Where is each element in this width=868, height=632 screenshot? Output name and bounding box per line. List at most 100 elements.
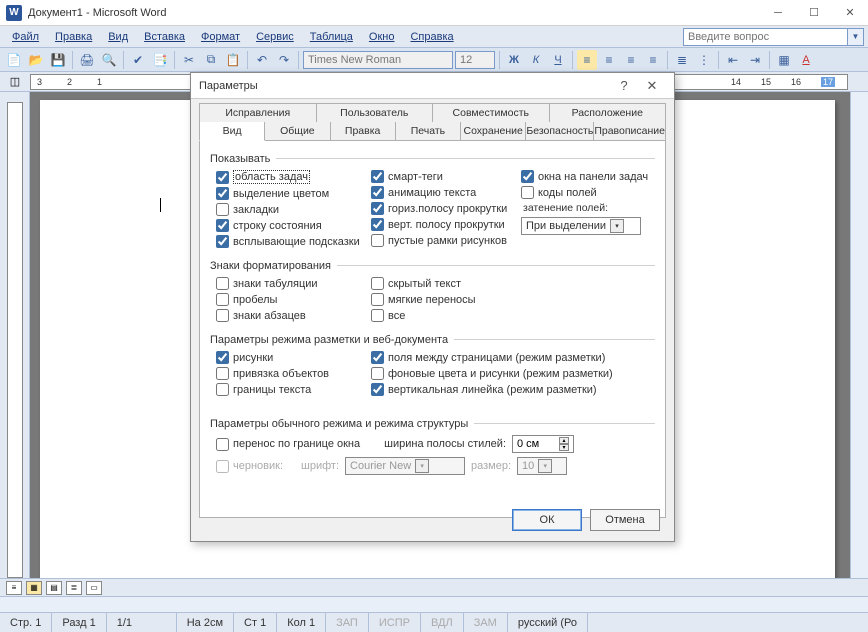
chk-highlight[interactable]: выделение цветом xyxy=(216,187,359,200)
chk-paragraphs[interactable]: знаки абзацев xyxy=(216,309,359,322)
status-pages[interactable]: 1/1 xyxy=(107,613,177,632)
cancel-button[interactable]: Отмена xyxy=(590,509,660,531)
maximize-button[interactable]: ☐ xyxy=(796,0,832,26)
tab-edit[interactable]: Правка xyxy=(331,122,396,140)
undo-button[interactable]: ↶ xyxy=(252,50,272,70)
font-combo[interactable]: Times New Roman xyxy=(303,51,453,69)
menu-edit[interactable]: Правка xyxy=(47,29,100,45)
ruler-corner-icon[interactable]: ◫ xyxy=(0,72,30,92)
chk-draft[interactable]: черновик: xyxy=(216,460,283,473)
cut-button[interactable]: ✂ xyxy=(179,50,199,70)
help-icon[interactable]: ? xyxy=(610,75,638,97)
chk-tooltips[interactable]: всплывающие подсказки xyxy=(216,235,359,248)
menu-window[interactable]: Окно xyxy=(361,29,403,45)
chk-taskpane[interactable]: область задач xyxy=(216,170,359,184)
tab-compat[interactable]: Совместимость xyxy=(433,103,550,122)
chk-hyphens[interactable]: мягкие переносы xyxy=(371,293,476,306)
chk-smarttags[interactable]: смарт-теги xyxy=(371,170,509,183)
new-doc-button[interactable]: 📄 xyxy=(4,50,24,70)
bulleted-list-button[interactable]: ⋮ xyxy=(694,50,714,70)
tab-view[interactable]: Вид xyxy=(199,122,265,141)
font-size-combo[interactable]: 12 xyxy=(455,51,495,69)
open-button[interactable]: 📂 xyxy=(26,50,46,70)
bold-button[interactable]: Ж xyxy=(504,50,524,70)
tab-location[interactable]: Расположение xyxy=(550,103,667,122)
chk-all[interactable]: все xyxy=(371,309,476,322)
draft-font-combo[interactable]: Courier New▾ xyxy=(345,457,465,475)
menu-file[interactable]: Файл xyxy=(4,29,47,45)
status-ext[interactable]: ВДЛ xyxy=(421,613,464,632)
shade-fields-combo[interactable]: При выделении▾ xyxy=(521,217,641,235)
chk-statusbar[interactable]: строку состояния xyxy=(216,219,359,232)
borders-button[interactable]: ▦ xyxy=(774,50,794,70)
help-question-dropdown[interactable]: ▼ xyxy=(848,28,864,46)
chk-bgcolors[interactable]: фоновые цвета и рисунки (режим разметки) xyxy=(371,367,613,380)
tab-user[interactable]: Пользователь xyxy=(317,103,434,122)
chk-textbounds[interactable]: границы текста xyxy=(216,383,359,396)
tab-general[interactable]: Общие xyxy=(265,122,330,140)
print-layout-view-button[interactable]: ▤ xyxy=(46,581,62,595)
status-page[interactable]: Стр. 1 xyxy=(0,613,52,632)
menu-insert[interactable]: Вставка xyxy=(136,29,193,45)
align-right-button[interactable]: ≡ xyxy=(621,50,641,70)
preview-button[interactable]: 🔍 xyxy=(99,50,119,70)
numbered-list-button[interactable]: ≣ xyxy=(672,50,692,70)
tab-save[interactable]: Сохранение xyxy=(461,122,526,140)
chk-vruler[interactable]: вертикальная линейка (режим разметки) xyxy=(371,383,613,396)
help-question-input[interactable] xyxy=(683,28,848,46)
tab-print[interactable]: Печать xyxy=(396,122,461,140)
chk-tabs[interactable]: знаки табуляции xyxy=(216,277,359,290)
menu-table[interactable]: Таблица xyxy=(302,29,361,45)
status-lang[interactable]: русский (Ро xyxy=(508,613,588,632)
align-justify-button[interactable]: ≡ xyxy=(643,50,663,70)
chk-fieldcodes[interactable]: коды полей xyxy=(521,186,648,199)
redo-button[interactable]: ↷ xyxy=(274,50,294,70)
font-color-button[interactable]: A xyxy=(796,50,816,70)
close-button[interactable]: ✕ xyxy=(832,0,868,26)
chk-hidden[interactable]: скрытый текст xyxy=(371,277,476,290)
align-left-button[interactable]: ≡ xyxy=(577,50,597,70)
outline-view-button[interactable]: ≣ xyxy=(66,581,82,595)
copy-button[interactable]: ⧉ xyxy=(201,50,221,70)
italic-button[interactable]: К xyxy=(526,50,546,70)
minimize-button[interactable]: ─ xyxy=(760,0,796,26)
chk-drawings[interactable]: рисунки xyxy=(216,351,359,364)
chk-placeholders[interactable]: пустые рамки рисунков xyxy=(371,234,509,247)
chk-wrap[interactable]: перенос по границе окна xyxy=(216,438,360,451)
status-at[interactable]: На 2см xyxy=(177,613,234,632)
menu-help[interactable]: Справка xyxy=(402,29,461,45)
menu-tools[interactable]: Сервис xyxy=(248,29,302,45)
save-button[interactable]: 💾 xyxy=(48,50,68,70)
decrease-indent-button[interactable]: ⇤ xyxy=(723,50,743,70)
draft-size-combo[interactable]: 10▾ xyxy=(517,457,567,475)
align-center-button[interactable]: ≡ xyxy=(599,50,619,70)
chk-animation[interactable]: анимацию текста xyxy=(371,186,509,199)
ok-button[interactable]: ОК xyxy=(512,509,582,531)
web-view-button[interactable]: ▦ xyxy=(26,581,42,595)
status-trk[interactable]: ИСПР xyxy=(369,613,421,632)
menu-view[interactable]: Вид xyxy=(100,29,136,45)
dialog-titlebar[interactable]: Параметры ? ✕ xyxy=(191,73,674,99)
dialog-close-button[interactable]: ✕ xyxy=(638,75,666,97)
vertical-ruler[interactable] xyxy=(0,92,30,578)
research-button[interactable]: 📑 xyxy=(150,50,170,70)
chk-vscroll[interactable]: верт. полосу прокрутки xyxy=(371,218,509,231)
horizontal-scrollbar[interactable] xyxy=(0,596,868,612)
status-line[interactable]: Ст 1 xyxy=(234,613,277,632)
chk-anchors[interactable]: привязка объектов xyxy=(216,367,359,380)
tab-spelling[interactable]: Правописание xyxy=(594,122,666,140)
style-width-spinner[interactable]: 0 см▴▾ xyxy=(512,435,574,453)
underline-button[interactable]: Ч xyxy=(548,50,568,70)
tab-security[interactable]: Безопасность xyxy=(526,122,594,140)
chk-bookmarks[interactable]: закладки xyxy=(216,203,359,216)
chk-hscroll[interactable]: гориз.полосу прокрутки xyxy=(371,202,509,215)
menu-format[interactable]: Формат xyxy=(193,29,248,45)
spellcheck-button[interactable]: ✔ xyxy=(128,50,148,70)
increase-indent-button[interactable]: ⇥ xyxy=(745,50,765,70)
chk-whitespace[interactable]: поля между страницами (режим разметки) xyxy=(371,351,613,364)
vertical-scrollbar[interactable] xyxy=(850,92,868,578)
tab-corrections[interactable]: Исправления xyxy=(199,103,317,122)
status-rec[interactable]: ЗАП xyxy=(326,613,369,632)
status-col[interactable]: Кол 1 xyxy=(277,613,326,632)
status-ovr[interactable]: ЗАМ xyxy=(464,613,508,632)
